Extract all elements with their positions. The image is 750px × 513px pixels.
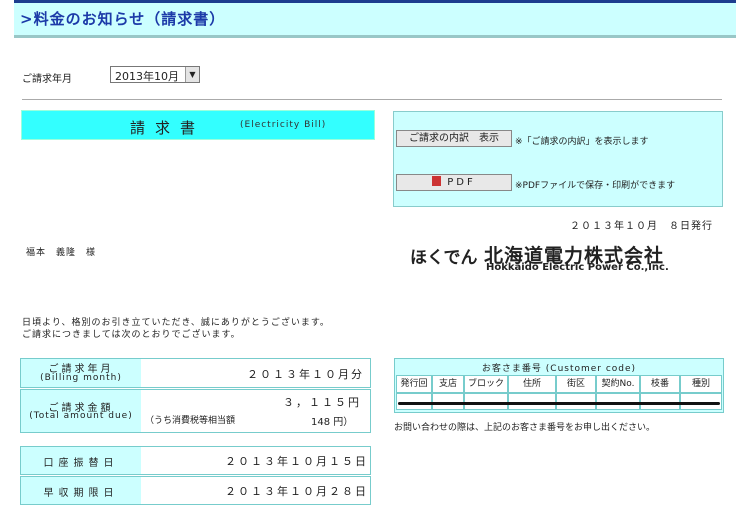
pdf-note: ※PDFファイルで保存・印刷ができます: [515, 181, 676, 191]
billing-period-select[interactable]: 2013年10月 ▼: [110, 66, 200, 83]
customer-code-table: 発行回 支店 ブロック 住所 街区 契約No. 枝番 種別: [396, 375, 722, 411]
customer-code-header: 種別: [680, 375, 722, 393]
show-details-button[interactable]: ご請求の内訳 表示: [396, 130, 512, 147]
billing-period-row-label-en: (Billing month): [40, 373, 122, 383]
due-date-value: ２０１３年１０月２８日: [225, 485, 368, 498]
customer-code-header: 住所: [508, 375, 556, 393]
billing-period-value: 2013年10月: [115, 70, 179, 83]
debit-date-value: ２０１３年１０月１５日: [225, 455, 368, 468]
pdf-icon: [432, 176, 442, 186]
customer-name: 福本 義隆 様: [26, 248, 97, 258]
divider: [22, 99, 722, 100]
customer-code-header: 枝番: [640, 375, 680, 393]
tax-value: 148 円）: [311, 417, 354, 428]
greeting-line-2: ご請求につきましては次のとおりでございます。: [22, 330, 241, 340]
customer-code-header: 支店: [432, 375, 464, 393]
company-logo-english: Hokkaido Electric Power Co.,Inc.: [486, 262, 669, 273]
issue-date: ２０１３年１０月 ８日発行: [570, 221, 713, 232]
details-note: ※「ご請求の内訳」を表示します: [515, 137, 649, 147]
bill-subtitle: (Electricity Bill): [240, 120, 327, 130]
company-logo-hiragana: ほくでん: [410, 248, 478, 268]
pdf-button-label: PDF: [447, 177, 476, 188]
chevron-down-icon[interactable]: ▼: [185, 67, 199, 82]
redaction-mark: [398, 402, 720, 405]
tax-label: （うち消費税等相当額: [145, 416, 236, 426]
action-panel: [393, 111, 723, 207]
amount-due-value: ３，１１５円: [283, 396, 361, 409]
customer-code-header: 発行回: [396, 375, 432, 393]
customer-code-note: お問い合わせの際は、上記のお客さま番号をお申し出ください。: [394, 423, 656, 433]
customer-code-header: ブロック: [464, 375, 508, 393]
pdf-button[interactable]: PDF: [396, 174, 512, 191]
billing-period-row-value: ２０１３年１０月分: [247, 368, 364, 381]
page-title: >料金のお知らせ（請求書）: [20, 10, 226, 28]
due-date-label: 早収期限日: [43, 488, 119, 499]
amount-due-label-en: (Total amount due): [29, 411, 133, 421]
customer-code-title: お客さま番号 (Customer code): [481, 364, 637, 374]
customer-code-header: 街区: [556, 375, 596, 393]
bill-title: 請求書: [130, 119, 206, 137]
billing-period-label: ご請求年月: [22, 74, 72, 85]
customer-code-header: 契約No.: [596, 375, 640, 393]
debit-date-label: 口座振替日: [43, 458, 119, 469]
